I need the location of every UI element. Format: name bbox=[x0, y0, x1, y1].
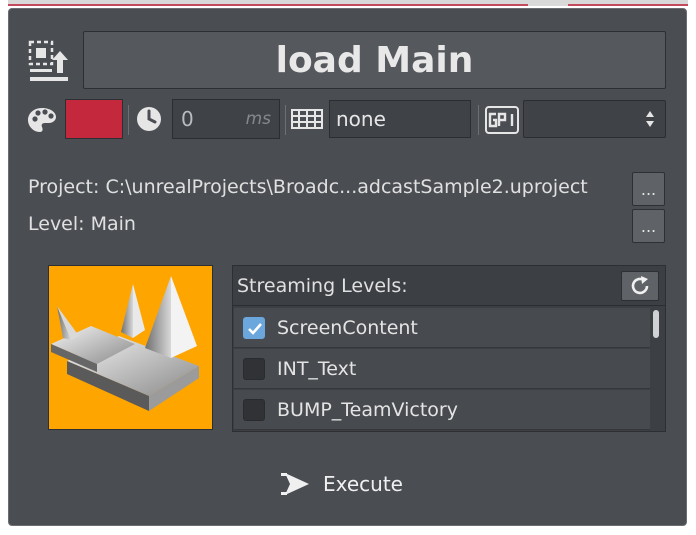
gpi-select[interactable] bbox=[523, 100, 666, 138]
load-template-panel: load Main 0 ms none Project: C:\unrealPr… bbox=[8, 8, 687, 526]
load-template-icon bbox=[28, 40, 68, 81]
grid-icon bbox=[291, 109, 323, 129]
window-top-edge bbox=[8, 0, 688, 6]
execute-label: Execute bbox=[323, 472, 403, 496]
level-checkbox[interactable] bbox=[243, 316, 265, 339]
browse-project-button[interactable]: ... bbox=[632, 172, 665, 206]
accent-line bbox=[8, 4, 528, 6]
streaming-level-item[interactable]: ScreenContent bbox=[234, 308, 650, 348]
browse-level-button[interactable]: ... bbox=[632, 209, 665, 243]
template-title[interactable]: load Main bbox=[83, 31, 666, 89]
unreal-logo-image bbox=[51, 276, 199, 411]
list-scrollbar[interactable] bbox=[653, 310, 659, 338]
execute-button[interactable]: Execute bbox=[281, 464, 403, 504]
channel-input[interactable]: none bbox=[329, 100, 471, 138]
delay-unit: ms bbox=[245, 109, 271, 129]
project-label: Project: bbox=[28, 176, 100, 198]
refresh-icon bbox=[631, 276, 649, 295]
template-title-text: load Main bbox=[275, 39, 474, 81]
project-path: C:\unrealProjects\Broadc...adcastSample2… bbox=[105, 176, 588, 198]
channel-value: none bbox=[336, 107, 386, 131]
refresh-button[interactable] bbox=[621, 271, 659, 301]
streaming-levels-list: Streaming Levels: ScreenContent INT_Text… bbox=[232, 265, 666, 432]
browse-level-label: ... bbox=[640, 217, 657, 236]
gpi-icon bbox=[485, 106, 519, 134]
level-name: BUMP_TeamVictory bbox=[277, 398, 458, 421]
streaming-level-item[interactable]: BUMP_TeamVictory bbox=[234, 390, 650, 430]
accent-line bbox=[568, 4, 688, 6]
browse-project-label: ... bbox=[640, 180, 657, 199]
level-checkbox[interactable] bbox=[243, 357, 265, 380]
divider bbox=[285, 105, 286, 135]
delay-input[interactable]: 0 ms bbox=[172, 99, 280, 139]
streaming-levels-title: Streaming Levels: bbox=[237, 274, 408, 297]
execute-icon bbox=[281, 473, 309, 495]
checkmark-icon bbox=[248, 322, 262, 335]
unreal-thumbnail bbox=[48, 265, 213, 430]
level-name: INT_Text bbox=[277, 357, 357, 380]
color-picker-button[interactable] bbox=[65, 99, 123, 139]
clock-icon bbox=[137, 107, 161, 131]
select-arrows-icon bbox=[646, 111, 654, 127]
streaming-level-item[interactable]: INT_Text bbox=[234, 349, 650, 389]
level-name: ScreenContent bbox=[277, 316, 418, 339]
level-row: Level: Main bbox=[28, 213, 136, 235]
level-checkbox[interactable] bbox=[243, 398, 265, 421]
level-label: Level: bbox=[28, 213, 85, 235]
delay-value: 0 bbox=[181, 107, 194, 131]
divider bbox=[128, 105, 129, 135]
level-value: Main bbox=[90, 213, 136, 235]
streaming-levels-header: Streaming Levels: bbox=[233, 266, 665, 306]
divider bbox=[478, 105, 479, 135]
project-row: Project: C:\unrealProjects\Broadc...adca… bbox=[28, 176, 588, 198]
palette-icon bbox=[28, 108, 56, 132]
